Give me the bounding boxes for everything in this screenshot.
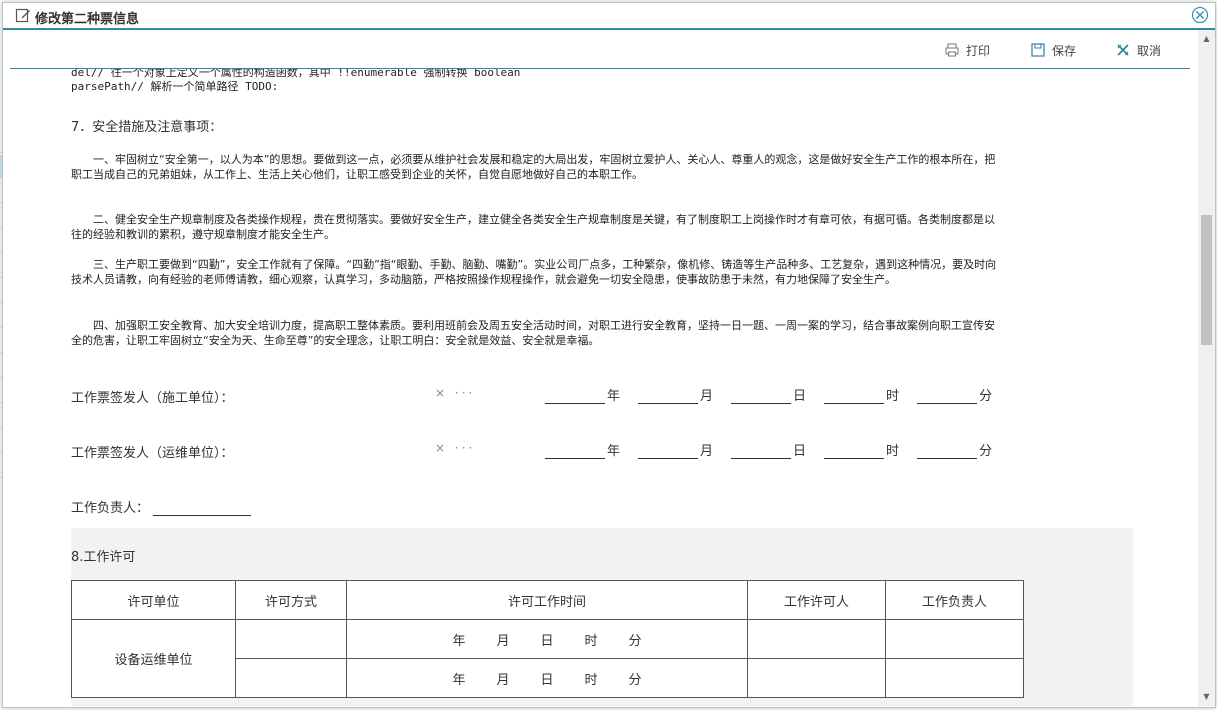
save-button[interactable]: 保存 [1030, 41, 1076, 59]
header-permit-person: 工作许可人 [747, 580, 886, 620]
signer-operations-label: 工作票签发人（运维单位）： [71, 446, 234, 461]
responsible-cell[interactable] [885, 619, 1024, 659]
ticket-document: del// 往一个对象上定义一个属性的构造函数，其中 !!enumerable … [10, 68, 1190, 706]
safety-paragraph-4: 四、加强职工安全教育、加大安全培训力度，提高职工整体素质。要利用班前会及周五安全… [71, 319, 995, 347]
hour-unit: 时 [584, 672, 598, 688]
day-field[interactable] [731, 444, 792, 459]
header-permit-time: 许可工作时间 [346, 580, 748, 620]
section-8-title: 8.工作许可 [71, 550, 136, 565]
permit-time-cell[interactable]: 年月日时分 [346, 619, 748, 659]
scroll-up-icon[interactable]: ▲ [1201, 34, 1212, 44]
cancel-button[interactable]: 取消 [1115, 41, 1161, 59]
month-field[interactable] [638, 389, 699, 404]
minute-field[interactable] [917, 444, 978, 459]
day-unit: 日 [540, 633, 554, 649]
table-header-row: 许可单位 许可方式 许可工作时间 工作许可人 工作负责人 [71, 580, 1024, 620]
day-field[interactable] [731, 389, 792, 404]
year-unit: 年 [452, 633, 466, 649]
permit-method-cell[interactable] [235, 619, 347, 659]
month-unit: 月 [496, 672, 510, 688]
minute-field[interactable] [917, 389, 978, 404]
save-label: 保存 [1052, 43, 1077, 58]
minute-unit: 分 [979, 444, 993, 459]
responsible-field[interactable] [153, 503, 252, 516]
month-unit: 月 [700, 444, 714, 459]
edit-icon [15, 8, 30, 23]
signer-operations-actions: × ··· [435, 441, 475, 455]
responsible-row: 工作负责人： [71, 497, 252, 516]
responsible-cell[interactable] [885, 658, 1024, 698]
permit-person-cell[interactable] [747, 619, 886, 659]
permit-time-cell[interactable]: 年月日时分 [346, 658, 748, 698]
permit-person-cell[interactable] [747, 658, 886, 698]
day-unit: 日 [540, 672, 554, 688]
minute-unit: 分 [628, 633, 642, 649]
minute-unit: 分 [979, 389, 993, 404]
signer-operations-date: 年 月 日 时 分 [545, 440, 1010, 459]
safety-paragraph-3: 三、生产职工要做到“四勤”，安全工作就有了保障。“四勤”指“眼勤、手勤、脑勤、嘴… [71, 258, 997, 286]
safety-paragraph-1: 一、牢固树立“安全第一，以人为本”的思想。要做到这一点，必须要从维护社会发展和稳… [71, 153, 996, 181]
save-icon [1031, 43, 1045, 57]
header-permit-method: 许可方式 [235, 580, 347, 620]
cancel-icon [1117, 44, 1129, 56]
dialog-title: 修改第二种票信息 [35, 11, 140, 26]
permit-method-cell[interactable] [235, 658, 347, 698]
responsible-label: 工作负责人： [71, 501, 150, 516]
signer-construction-actions: × ··· [435, 386, 475, 400]
month-unit: 月 [700, 389, 714, 404]
year-field[interactable] [545, 444, 605, 459]
day-unit: 日 [793, 444, 807, 459]
year-unit: 年 [452, 672, 466, 688]
permit-unit-cell: 设备运维单位 [71, 619, 236, 698]
signer-construction-date: 年 月 日 时 分 [545, 385, 1010, 404]
print-button[interactable]: 打印 [944, 41, 990, 59]
year-unit: 年 [607, 389, 621, 404]
clear-icon[interactable]: × [435, 386, 448, 400]
section-7-title: 7．安全措施及注意事项： [71, 120, 223, 135]
hour-field[interactable] [824, 444, 885, 459]
signer-construction-label: 工作票签发人（施工单位）： [71, 391, 234, 406]
cancel-label: 取消 [1137, 43, 1162, 58]
hour-unit: 时 [584, 633, 598, 649]
month-field[interactable] [638, 444, 699, 459]
more-icon[interactable]: ··· [455, 386, 475, 400]
print-label: 打印 [966, 43, 991, 58]
more-icon[interactable]: ··· [455, 441, 475, 455]
safety-paragraph-2: 二、健全安全生产规章制度及各类操作规程，贵在贯彻落实。要做好安全生产，建立健全各… [71, 213, 995, 241]
year-field[interactable] [545, 389, 605, 404]
year-unit: 年 [607, 444, 621, 459]
dialog-titlebar: 修改第二种票信息 [3, 3, 1215, 30]
hour-unit: 时 [886, 444, 900, 459]
header-responsible: 工作负责人 [885, 580, 1024, 620]
dialog-content: 打印 保存 取消 del// 往一个对象上定义一个属性的构造函数，其中 !!en… [10, 30, 1190, 706]
minute-unit: 分 [628, 672, 642, 688]
header-permit-unit: 许可单位 [71, 580, 236, 620]
hour-unit: 时 [886, 389, 900, 404]
scrollbar-thumb[interactable] [1201, 215, 1212, 345]
close-icon[interactable] [1191, 6, 1209, 24]
edit-ticket-dialog: 修改第二种票信息 打印 保存 取消 del// 往一个对象上定义一个属性的构造函… [2, 2, 1216, 708]
work-permit-section: 8.工作许可 许可单位 许可方式 许可工作时间 工作许可人 工作负责人 设备运维… [71, 528, 1133, 706]
table-row: 设备运维单位 年月日时分 [71, 619, 1024, 698]
printer-icon [945, 43, 959, 57]
hour-field[interactable] [824, 389, 885, 404]
code-line: parsePath// 解析一个简单路径 TODO: [71, 80, 279, 93]
clear-icon[interactable]: × [435, 441, 448, 455]
scroll-down-icon[interactable]: ▼ [1201, 692, 1212, 702]
month-unit: 月 [496, 633, 510, 649]
dialog-toolbar: 打印 保存 取消 [10, 30, 1190, 69]
work-permit-table: 许可单位 许可方式 许可工作时间 工作许可人 工作负责人 设备运维单位 年月日时… [71, 580, 1024, 698]
vertical-scrollbar[interactable]: ▲ ▼ [1198, 30, 1215, 706]
day-unit: 日 [793, 389, 807, 404]
